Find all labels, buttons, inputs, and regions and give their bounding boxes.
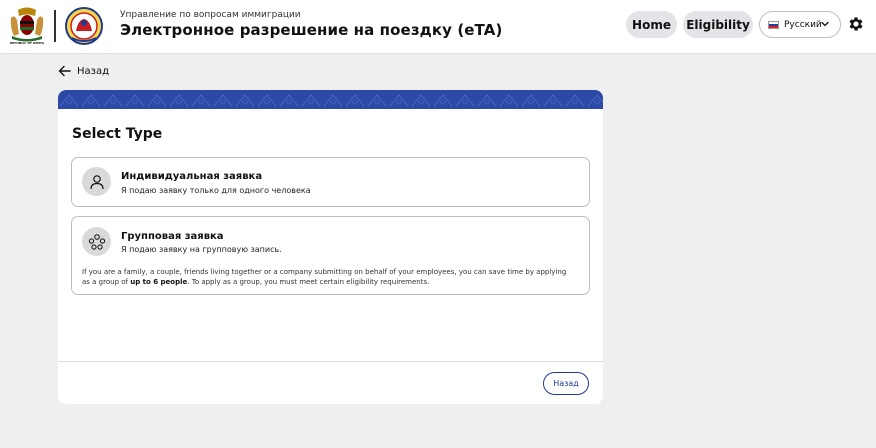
back-link[interactable]: Назад: [58, 64, 109, 78]
arrow-left-icon: [58, 65, 71, 77]
option-description: Я подаю заявку на групповую запись.: [121, 245, 282, 254]
group-icon: [82, 227, 111, 256]
option-title: Групповая заявка: [121, 231, 224, 242]
select-type-card: Select Type Индивидуальная заявка Я пода…: [58, 90, 603, 404]
option-title: Индивидуальная заявка: [121, 171, 263, 182]
coat-of-arms-icon: [10, 7, 44, 42]
person-icon: [82, 167, 111, 196]
language-select[interactable]: Русский: [759, 11, 841, 38]
group-eligibility-note: If you are a family, a couple, friends l…: [82, 267, 572, 287]
option-description: Я подаю заявку только для одного человек…: [121, 186, 311, 195]
back-link-label: Назад: [77, 65, 110, 77]
immigration-department-logo[interactable]: [64, 6, 104, 46]
top-header: REPUBLIC OF KENYA Управление по вопросам…: [0, 0, 876, 54]
immigration-emblem-icon: [65, 7, 103, 45]
page-title: Электронное разрешение на поездку (eTA): [120, 21, 503, 39]
seal-caption: REPUBLIC OF KENYA: [9, 41, 45, 45]
header-subtitle: Управление по вопросам иммиграции: [120, 10, 301, 20]
note-text-end: . To apply as a group, you must meet cer…: [187, 278, 430, 286]
card-divider: [58, 361, 603, 362]
card-banner: [58, 90, 603, 109]
back-button[interactable]: Назад: [543, 372, 589, 395]
nav-eligibility-button[interactable]: Eligibility: [683, 11, 753, 38]
russia-flag-icon: [768, 20, 779, 29]
note-emphasis: up to 6 people: [130, 278, 188, 286]
individual-application-option[interactable]: Индивидуальная заявка Я подаю заявку тол…: [71, 157, 590, 207]
banner-pattern: [58, 90, 603, 109]
language-selected-label: Русский: [784, 19, 822, 30]
nav-home-button[interactable]: Home: [626, 11, 677, 38]
card-title: Select Type: [72, 126, 163, 142]
kenya-coat-of-arms-logo[interactable]: REPUBLIC OF KENYA: [8, 6, 46, 46]
logo-separator: [54, 10, 56, 42]
chevron-down-icon: [821, 21, 829, 27]
gear-icon[interactable]: [847, 15, 865, 33]
group-application-option[interactable]: Групповая заявка Я подаю заявку на групп…: [71, 216, 590, 295]
